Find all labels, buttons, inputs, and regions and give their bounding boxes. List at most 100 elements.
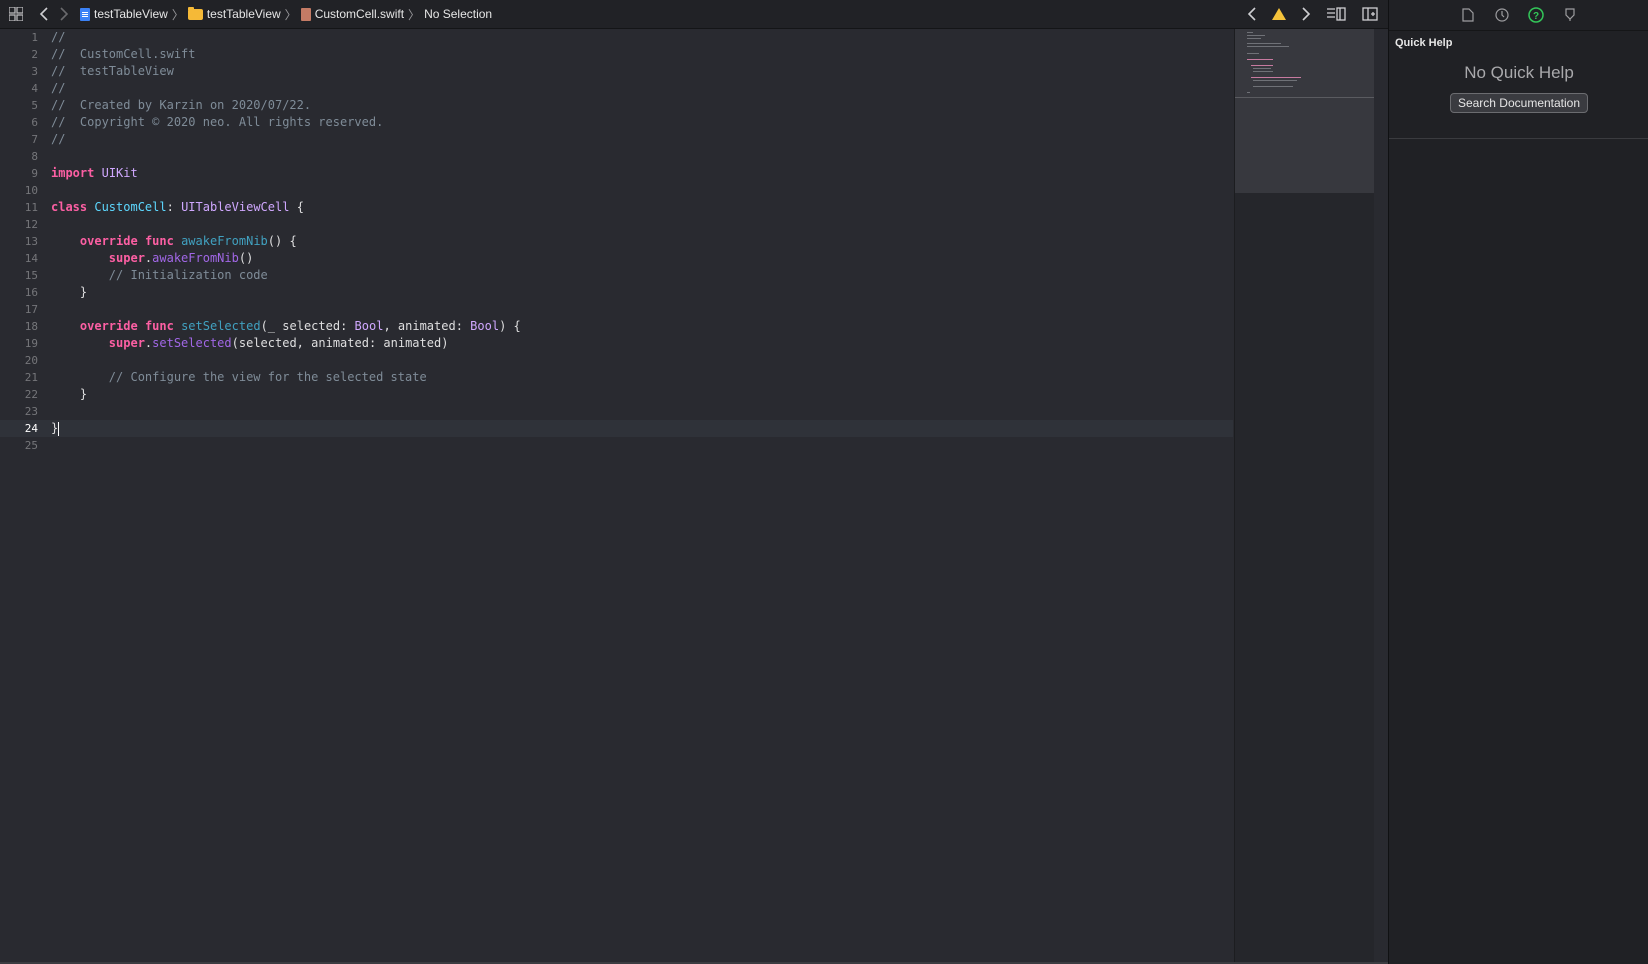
line-number: 22 [24, 388, 38, 401]
previous-issue-icon[interactable] [1242, 4, 1262, 24]
breadcrumb-separator-icon: 〉 [171, 7, 184, 22]
code-line: super.awakeFromNib() [108, 251, 254, 265]
line-number-gutter: 1 2 3 4 5 6 7 8 9 10 11 12 13 14 15 16 17 18 19 20 21 22 23 24 2… [0, 29, 44, 454]
closing-brace: } [51, 421, 59, 435]
code-line: // Copyright © 2020 neo. All rights rese… [51, 114, 1233, 131]
warning-icon[interactable] [1272, 8, 1286, 20]
inspector-tabs: ? [1389, 0, 1648, 31]
folder-icon [187, 6, 203, 20]
line-number: 21 [24, 371, 38, 384]
add-editor-icon[interactable] [1360, 4, 1380, 24]
code-line: // CustomCell.swift [51, 46, 1233, 63]
line-number: 8 [31, 150, 38, 163]
breadcrumb-symbol[interactable]: No Selection [424, 7, 492, 21]
quick-help-icon[interactable]: ? [1528, 7, 1544, 23]
code-line: import UIKit [51, 166, 138, 180]
line-number: 3 [31, 65, 38, 78]
comment-text: // [51, 132, 66, 146]
inspector-panel: ? Quick Help No Quick Help Search Docume… [1388, 0, 1648, 964]
line-number: 1 [31, 31, 38, 44]
attributes-inspector-icon[interactable] [1562, 7, 1578, 23]
code-line: super.setSelected(selected, animated: an… [108, 336, 449, 350]
line-number: 20 [24, 354, 38, 367]
line-number: 7 [31, 133, 38, 146]
next-issue-icon[interactable] [1296, 4, 1316, 24]
project-file-icon [80, 7, 90, 21]
line-number: 25 [24, 439, 38, 452]
no-quick-help-message: No Quick Help [1464, 63, 1574, 82]
file-inspector-icon[interactable] [1460, 7, 1476, 23]
code-area[interactable]: // // CustomCell.swift // testTableView … [51, 29, 1233, 454]
jumpbar-controls [1242, 0, 1388, 28]
back-chevron-icon[interactable] [34, 4, 54, 24]
comment-text: // CustomCell.swift [51, 47, 196, 61]
quick-help-title: Quick Help [1395, 37, 1453, 49]
code-line: override func awakeFromNib() { [79, 234, 297, 248]
comment-text: // Configure the view for the selected s… [51, 370, 427, 384]
line-number: 15 [24, 269, 38, 282]
text-cursor [58, 421, 60, 436]
history-inspector-icon[interactable] [1494, 7, 1510, 23]
minimap[interactable] [1234, 29, 1374, 962]
line-number: 2 [31, 48, 38, 61]
line-number: 13 [24, 235, 38, 248]
forward-chevron-icon[interactable] [54, 4, 74, 24]
svg-text:?: ? [1533, 11, 1539, 22]
line-number: 5 [31, 99, 38, 112]
code-line: class CustomCell: UITableViewCell { [51, 200, 304, 214]
breadcrumb-file[interactable]: CustomCell.swift [300, 7, 405, 21]
breadcrumb-project[interactable]: testTableView [80, 7, 168, 21]
line-number: 14 [24, 252, 38, 265]
comment-text: // Initialization code [51, 268, 268, 282]
comment-text: // Created by Karzin on 2020/07/22. [51, 98, 312, 112]
search-documentation-button[interactable]: Search Documentation [1449, 93, 1589, 113]
code-line: } [51, 420, 1233, 437]
line-number: 23 [24, 405, 38, 418]
code-line: // Initialization code [51, 267, 1233, 284]
swift-file-icon [300, 7, 311, 21]
code-line: // [51, 131, 1233, 148]
breadcrumb-project-label: testTableView [94, 7, 168, 21]
line-number: 4 [31, 82, 38, 95]
comment-text: // [51, 81, 66, 95]
code-line: // testTableView [51, 63, 1233, 80]
breadcrumb-folder[interactable]: testTableView [187, 6, 281, 21]
breadcrumb-separator-icon: 〉 [408, 7, 421, 22]
breadcrumb-symbol-label: No Selection [424, 7, 493, 21]
breadcrumb-separator-icon: 〉 [284, 7, 297, 22]
line-number: 16 [24, 286, 38, 299]
comment-text: // testTableView [51, 64, 174, 78]
line-number: 18 [24, 320, 38, 333]
minimap-divider [1235, 97, 1374, 98]
source-editor[interactable]: 1 2 3 4 5 6 7 8 9 10 11 12 13 14 15 16 17 18 19 20 21 22 23 24 2… [0, 29, 1233, 962]
code-line: // [51, 80, 1233, 97]
code-line: } [51, 387, 88, 401]
jump-bar: testTableView 〉 testTableView 〉 CustomCe… [0, 0, 1388, 29]
breadcrumb: testTableView 〉 testTableView 〉 CustomCe… [80, 6, 492, 23]
code-line: } [51, 285, 88, 299]
line-number: 6 [31, 116, 38, 129]
line-number: 17 [24, 303, 38, 316]
code-line: // Created by Karzin on 2020/07/22. [51, 97, 1233, 114]
line-number: 10 [24, 184, 38, 197]
comment-text: // [51, 30, 66, 44]
code-line: // Configure the view for the selected s… [51, 369, 1233, 386]
line-number: 19 [24, 337, 38, 350]
inspector-divider [1389, 138, 1648, 139]
breadcrumb-file-label: CustomCell.swift [314, 7, 405, 21]
line-number: 12 [24, 218, 38, 231]
code-line: // [51, 29, 1233, 46]
grid-icon[interactable] [6, 4, 26, 24]
line-number: 11 [24, 201, 38, 214]
editor-options-icon[interactable] [1326, 4, 1346, 24]
code-line: override func setSelected(_ selected: Bo… [79, 319, 521, 333]
breadcrumb-folder-label: testTableView [206, 7, 281, 21]
line-number: 9 [31, 167, 38, 180]
